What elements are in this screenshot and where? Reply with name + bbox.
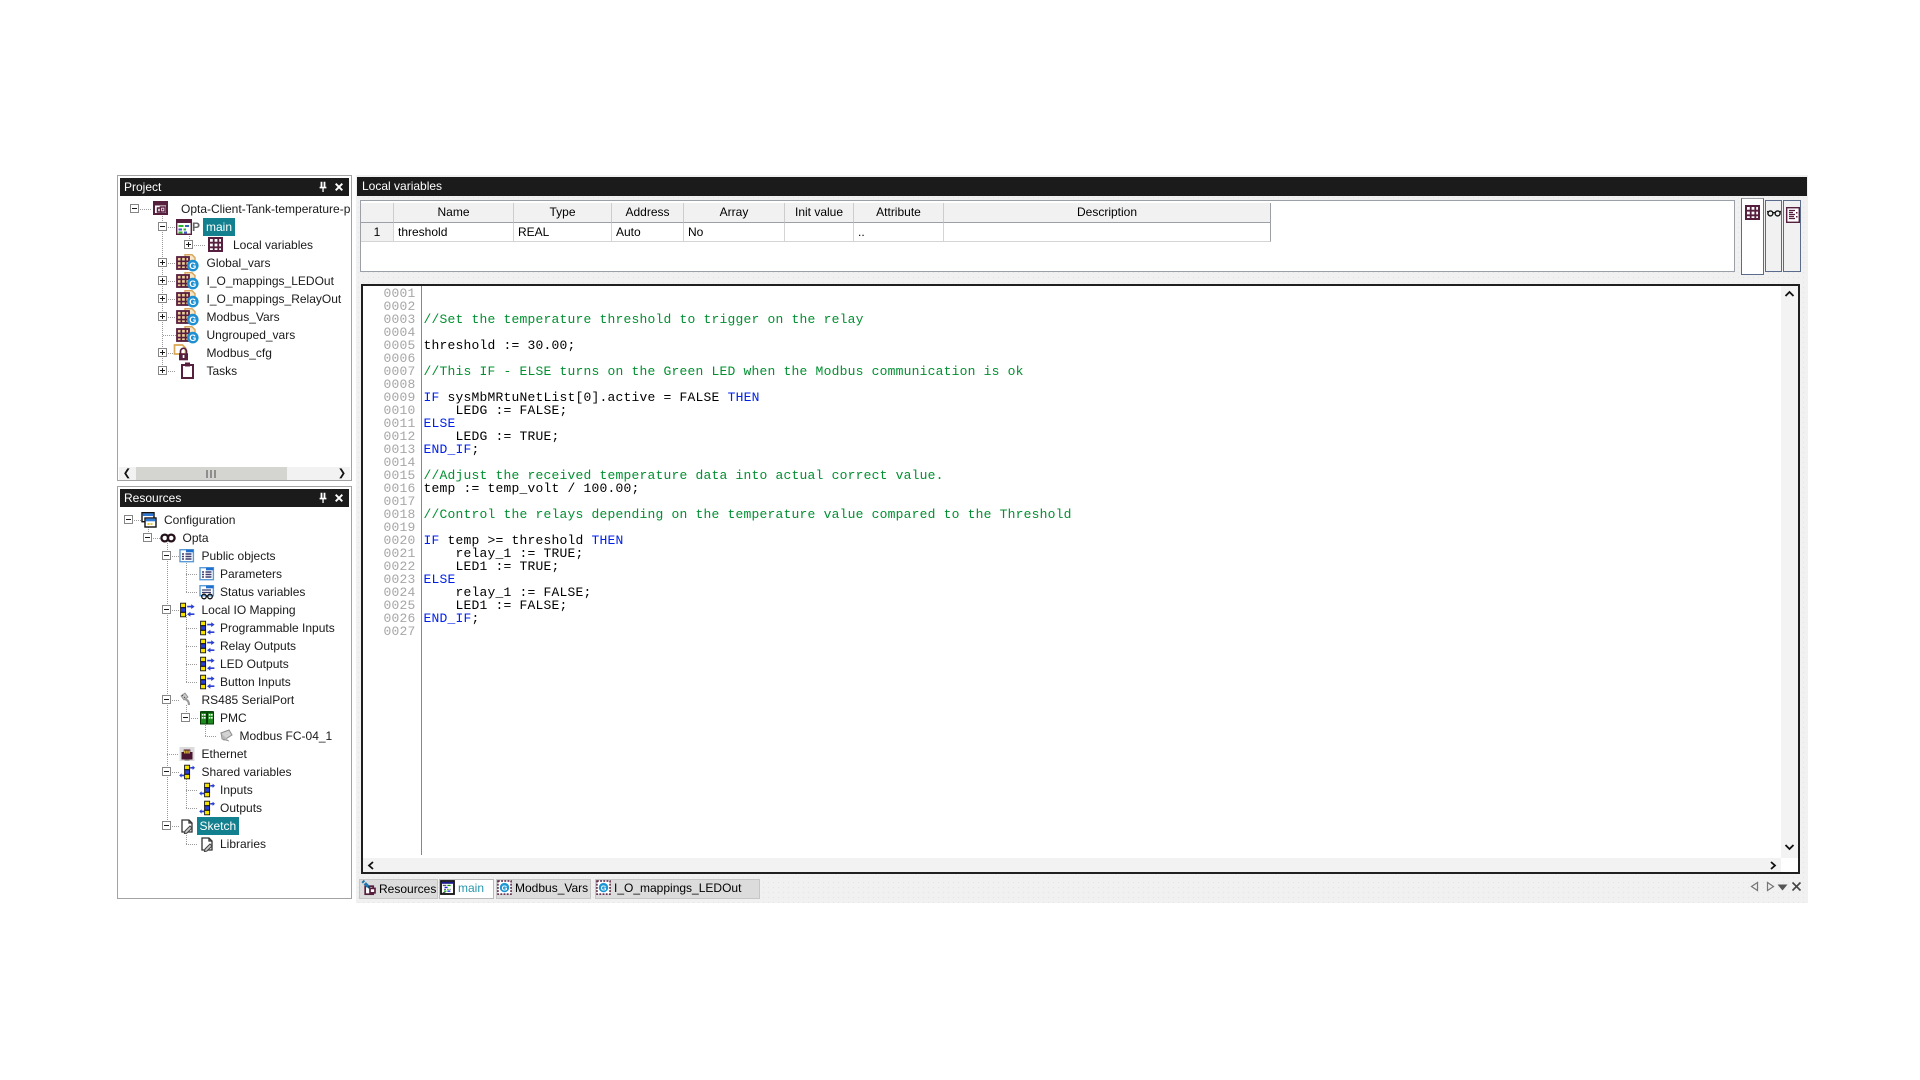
svg-text:G: G [601,883,607,892]
svg-text:G: G [189,279,196,289]
svg-text:G: G [189,315,196,325]
svg-text:G: G [502,883,508,892]
svg-text:G: G [189,261,196,271]
svg-text:G: G [189,297,196,307]
svg-text:G: G [189,333,196,343]
